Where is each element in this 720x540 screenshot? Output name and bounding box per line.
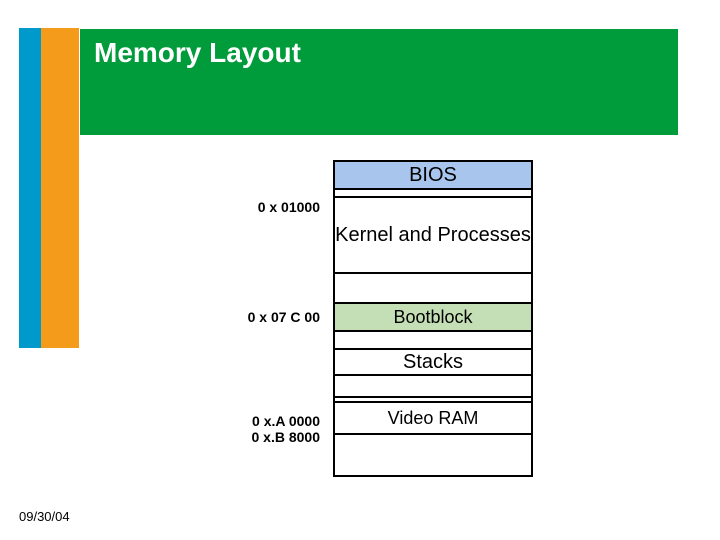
footer-date: 09/30/04 (19, 509, 70, 524)
memory-column: BIOS Kernel and Processes Bootblock Stac… (333, 160, 533, 477)
accent-bar-orange (41, 28, 79, 348)
region-stacks: Stacks (333, 348, 533, 376)
addr-01000: 0 x 01000 (258, 199, 320, 215)
region-videoram: Video RAM (333, 401, 533, 435)
page-title: Memory Layout (94, 37, 664, 69)
title-bar: Memory Layout (80, 29, 678, 135)
addr-a0000: 0 x.A 0000 (252, 413, 320, 429)
region-kernel: Kernel and Processes (333, 196, 533, 274)
accent-bar-blue (19, 28, 41, 348)
addr-b8000: 0 x.B 8000 (252, 429, 321, 445)
region-bios: BIOS (333, 160, 533, 190)
region-bootblock: Bootblock (333, 302, 533, 332)
addr-07c00: 0 x 07 C 00 (248, 309, 320, 325)
